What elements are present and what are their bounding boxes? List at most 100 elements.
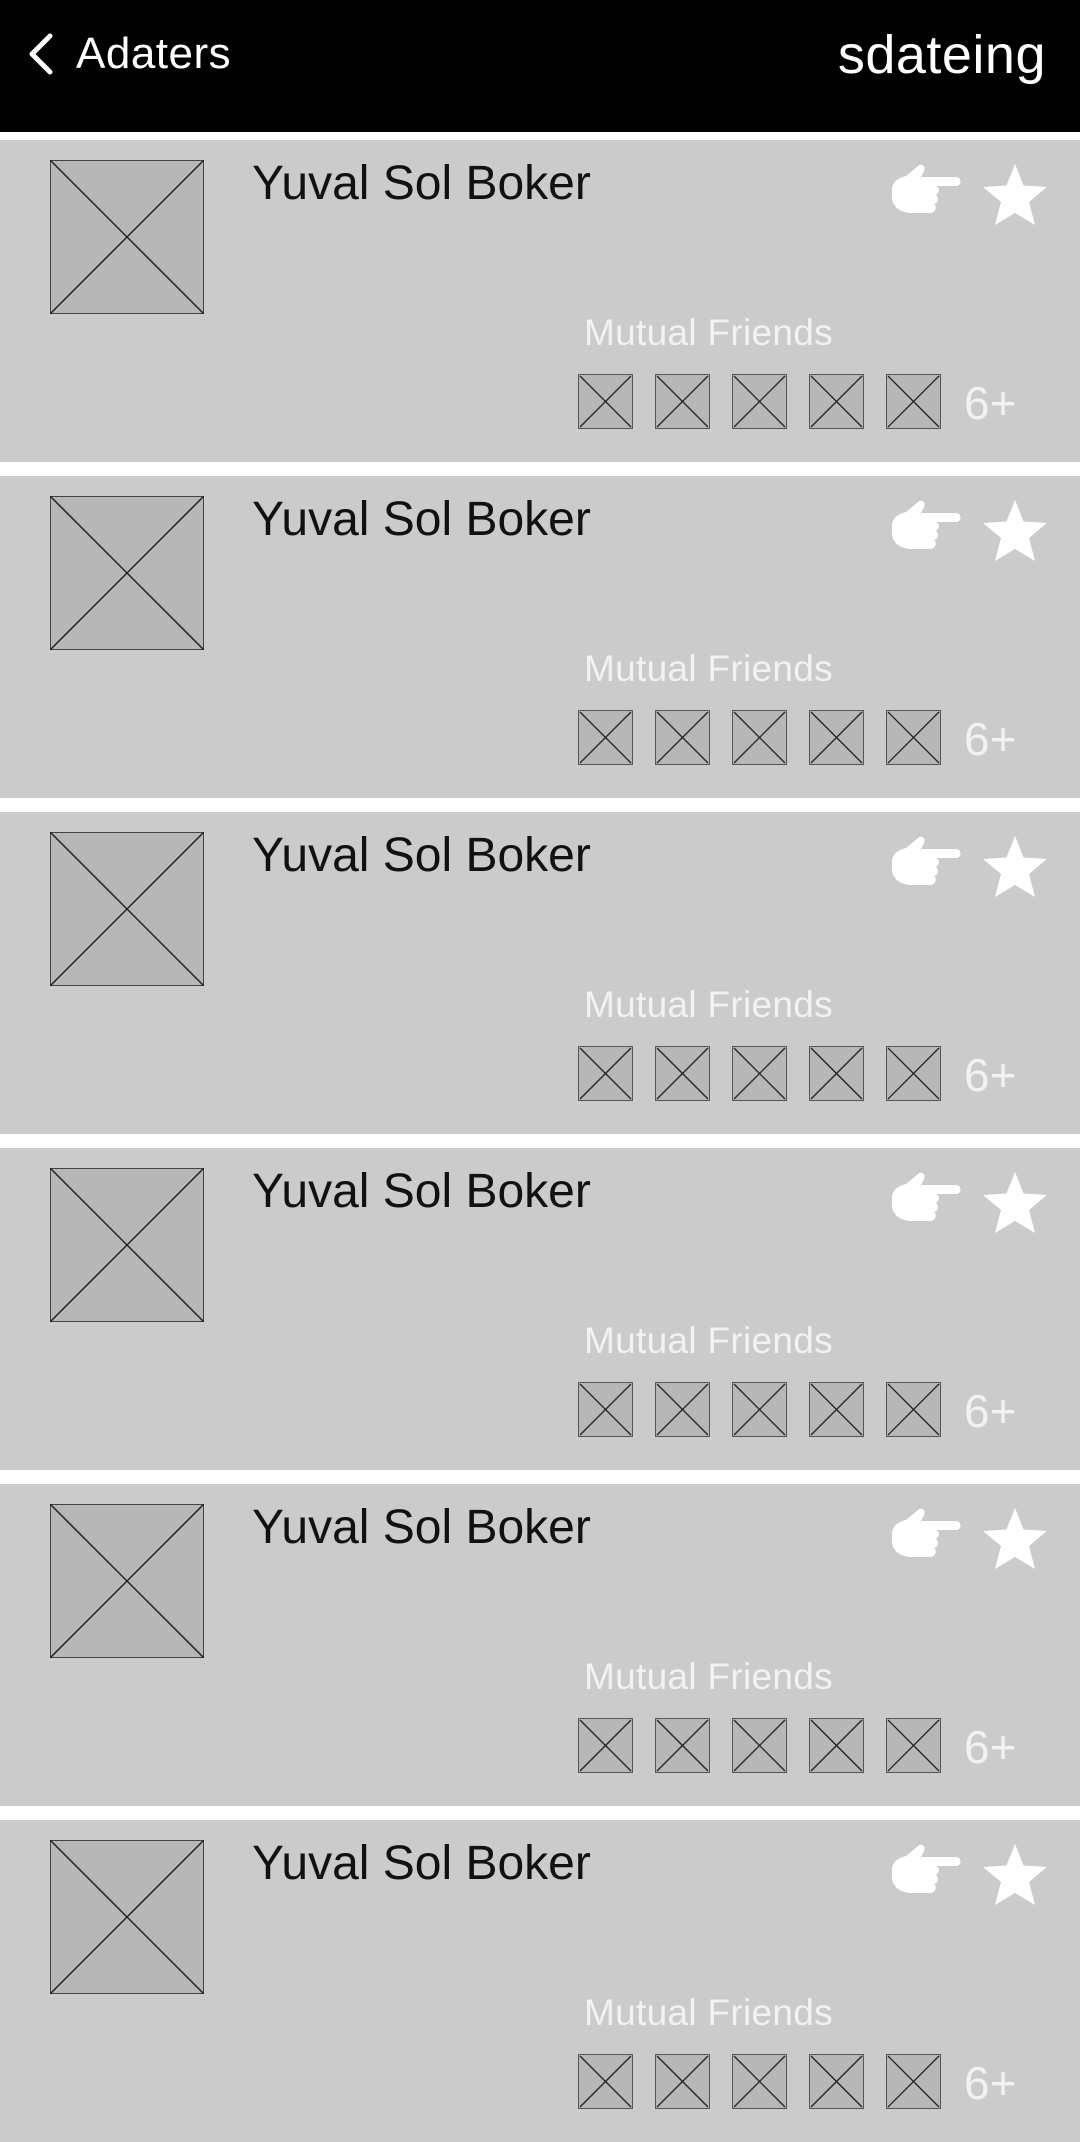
mutual-friends-label: Mutual Friends (584, 1656, 833, 1697)
star-icon (983, 500, 1047, 561)
mutual-friends-more-count[interactable]: 6+ (964, 2056, 1016, 2110)
mutual-friend-avatar[interactable] (886, 374, 941, 429)
mutual-friends-row (578, 1382, 963, 1438)
user-card[interactable]: Yuval Sol Boker Mutual Friends 6+ (0, 140, 1080, 462)
image-placeholder-icon (886, 374, 941, 429)
favorite-button[interactable] (980, 834, 1050, 900)
avatar[interactable] (50, 1168, 204, 1322)
pointing-hand-icon (892, 836, 961, 885)
mutual-friend-avatar[interactable] (809, 374, 864, 429)
favorite-button[interactable] (980, 1842, 1050, 1908)
mutual-friend-avatar[interactable] (886, 710, 941, 765)
image-placeholder-icon (50, 160, 204, 314)
mutual-friend-avatar[interactable] (655, 374, 710, 429)
mutual-friend-avatar[interactable] (578, 1382, 633, 1437)
image-placeholder-icon (50, 1840, 204, 1994)
avatar[interactable] (50, 1840, 204, 1994)
user-name: Yuval Sol Boker (252, 1165, 591, 1218)
image-placeholder-icon (655, 1382, 710, 1437)
mutual-friend-avatar[interactable] (809, 1718, 864, 1773)
mutual-friend-avatar[interactable] (578, 374, 633, 429)
mutual-friend-avatar[interactable] (578, 710, 633, 765)
mutual-friend-avatar[interactable] (809, 1382, 864, 1437)
mutual-friends-more-count[interactable]: 6+ (964, 376, 1016, 430)
image-placeholder-icon (886, 2054, 941, 2109)
mutual-friend-avatar[interactable] (578, 2054, 633, 2109)
chevron-left-icon (28, 32, 54, 76)
mutual-friend-avatar[interactable] (578, 1046, 633, 1101)
image-placeholder-icon (655, 374, 710, 429)
mutual-friend-avatar[interactable] (732, 710, 787, 765)
image-placeholder-icon (732, 1382, 787, 1437)
mutual-friends-more-count[interactable]: 6+ (964, 1048, 1016, 1102)
image-placeholder-icon (578, 1046, 633, 1101)
image-placeholder-icon (578, 710, 633, 765)
pointing-hand-icon (892, 1844, 961, 1893)
app-brand: sdateing (837, 25, 1046, 85)
mutual-friend-avatar[interactable] (732, 1046, 787, 1101)
avatar[interactable] (50, 832, 204, 986)
image-placeholder-icon (732, 1718, 787, 1773)
image-placeholder-icon (809, 1718, 864, 1773)
mutual-friends-more-count[interactable]: 6+ (964, 1384, 1016, 1438)
avatar[interactable] (50, 496, 204, 650)
star-icon (983, 1172, 1047, 1233)
image-placeholder-icon (655, 1718, 710, 1773)
user-card[interactable]: Yuval Sol Boker Mutual Friends 6+ (0, 1820, 1080, 2142)
avatar[interactable] (50, 1504, 204, 1658)
image-placeholder-icon (578, 1382, 633, 1437)
mutual-friends-row (578, 2054, 963, 2110)
mutual-friend-avatar[interactable] (886, 1046, 941, 1101)
mutual-friend-avatar[interactable] (732, 2054, 787, 2109)
user-card[interactable]: Yuval Sol Boker Mutual Friends 6+ (0, 1148, 1080, 1470)
image-placeholder-icon (655, 1046, 710, 1101)
mutual-friend-avatar[interactable] (655, 1718, 710, 1773)
mutual-friend-avatar[interactable] (578, 1718, 633, 1773)
mutual-friend-avatar[interactable] (886, 2054, 941, 2109)
avatar[interactable] (50, 160, 204, 314)
image-placeholder-icon (809, 1382, 864, 1437)
favorite-button[interactable] (980, 162, 1050, 228)
pointing-hand-icon (892, 164, 961, 213)
mutual-friend-avatar[interactable] (655, 1046, 710, 1101)
user-card[interactable]: Yuval Sol Boker Mutual Friends 6+ (0, 812, 1080, 1134)
poke-button[interactable] (888, 1842, 964, 1908)
mutual-friend-avatar[interactable] (886, 1718, 941, 1773)
user-name: Yuval Sol Boker (252, 1837, 591, 1890)
pointing-hand-icon (892, 1172, 961, 1221)
favorite-button[interactable] (980, 1170, 1050, 1236)
back-button[interactable]: Adaters (28, 24, 231, 84)
user-name: Yuval Sol Boker (252, 157, 591, 210)
mutual-friends-label: Mutual Friends (584, 312, 833, 353)
image-placeholder-icon (886, 1382, 941, 1437)
mutual-friend-avatar[interactable] (732, 1718, 787, 1773)
mutual-friend-avatar[interactable] (809, 710, 864, 765)
mutual-friend-avatar[interactable] (655, 2054, 710, 2109)
mutual-friends-more-count[interactable]: 6+ (964, 1720, 1016, 1774)
poke-button[interactable] (888, 498, 964, 564)
mutual-friend-avatar[interactable] (732, 374, 787, 429)
poke-button[interactable] (888, 1506, 964, 1572)
pointing-hand-icon (892, 500, 961, 549)
favorite-button[interactable] (980, 498, 1050, 564)
user-card[interactable]: Yuval Sol Boker Mutual Friends 6+ (0, 476, 1080, 798)
poke-button[interactable] (888, 834, 964, 900)
mutual-friend-avatar[interactable] (809, 2054, 864, 2109)
poke-button[interactable] (888, 162, 964, 228)
image-placeholder-icon (886, 1718, 941, 1773)
poke-button[interactable] (888, 1170, 964, 1236)
image-placeholder-icon (809, 374, 864, 429)
star-icon (983, 1844, 1047, 1905)
user-card[interactable]: Yuval Sol Boker Mutual Friends 6+ (0, 1484, 1080, 1806)
mutual-friend-avatar[interactable] (886, 1382, 941, 1437)
mutual-friend-avatar[interactable] (655, 710, 710, 765)
image-placeholder-icon (50, 832, 204, 986)
image-placeholder-icon (886, 1046, 941, 1101)
image-placeholder-icon (732, 2054, 787, 2109)
mutual-friend-avatar[interactable] (809, 1046, 864, 1101)
mutual-friend-avatar[interactable] (732, 1382, 787, 1437)
mutual-friends-more-count[interactable]: 6+ (964, 712, 1016, 766)
favorite-button[interactable] (980, 1506, 1050, 1572)
star-icon (983, 836, 1047, 897)
mutual-friend-avatar[interactable] (655, 1382, 710, 1437)
